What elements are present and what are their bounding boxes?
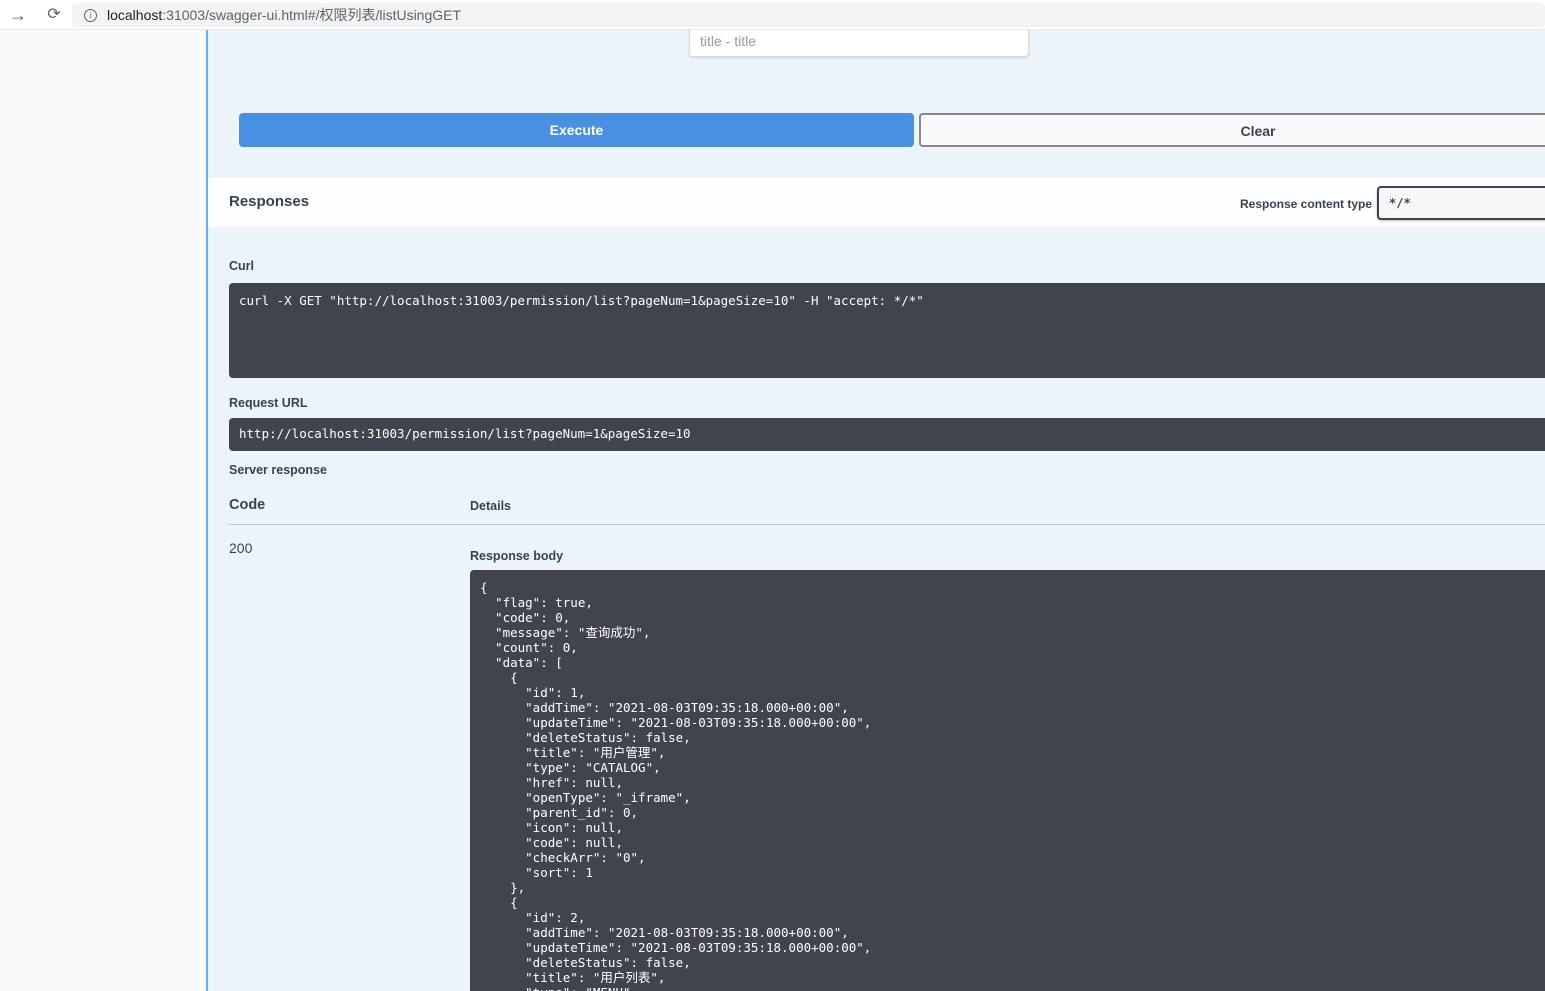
details-column-header: Details bbox=[470, 499, 511, 513]
forward-icon[interactable]: → bbox=[6, 3, 30, 27]
execute-button[interactable]: Execute bbox=[239, 113, 914, 147]
responses-section-header: Responses Response content type */* bbox=[208, 178, 1545, 227]
url-text: localhost:31003/swagger-ui.html#/权限列表/li… bbox=[107, 5, 461, 25]
browser-toolbar: → ⟳ i localhost:31003/swagger-ui.html#/权… bbox=[0, 0, 1545, 30]
status-code: 200 bbox=[229, 540, 252, 556]
server-response-label: Server response bbox=[229, 463, 327, 477]
code-column-header: Code bbox=[229, 497, 265, 513]
reload-icon[interactable]: ⟳ bbox=[42, 3, 66, 27]
url-path: :31003/swagger-ui.html#/权限列表/listUsingGE… bbox=[162, 7, 461, 23]
response-content-type-label: Response content type bbox=[1240, 197, 1372, 211]
request-url-value: http://localhost:31003/permission/list?p… bbox=[229, 418, 1545, 451]
get-operation-block: Execute Clear Responses Response content… bbox=[206, 30, 1545, 991]
request-url-label: Request URL bbox=[229, 396, 307, 410]
response-content-type-select[interactable]: */* bbox=[1377, 186, 1545, 220]
response-table-divider bbox=[229, 524, 1545, 525]
curl-label: Curl bbox=[229, 259, 254, 273]
address-bar[interactable]: i localhost:31003/swagger-ui.html#/权限列表/… bbox=[72, 3, 1545, 27]
page-info-icon[interactable]: i bbox=[84, 9, 97, 22]
response-body-label: Response body bbox=[470, 549, 563, 563]
url-host: localhost bbox=[107, 7, 162, 23]
responses-heading: Responses bbox=[229, 193, 309, 210]
page-left-gutter bbox=[0, 30, 206, 991]
response-body-json: { "flag": true, "code": 0, "message": "查… bbox=[470, 570, 1545, 991]
curl-command: curl -X GET "http://localhost:31003/perm… bbox=[229, 283, 1545, 378]
clear-button[interactable]: Clear bbox=[919, 113, 1545, 147]
